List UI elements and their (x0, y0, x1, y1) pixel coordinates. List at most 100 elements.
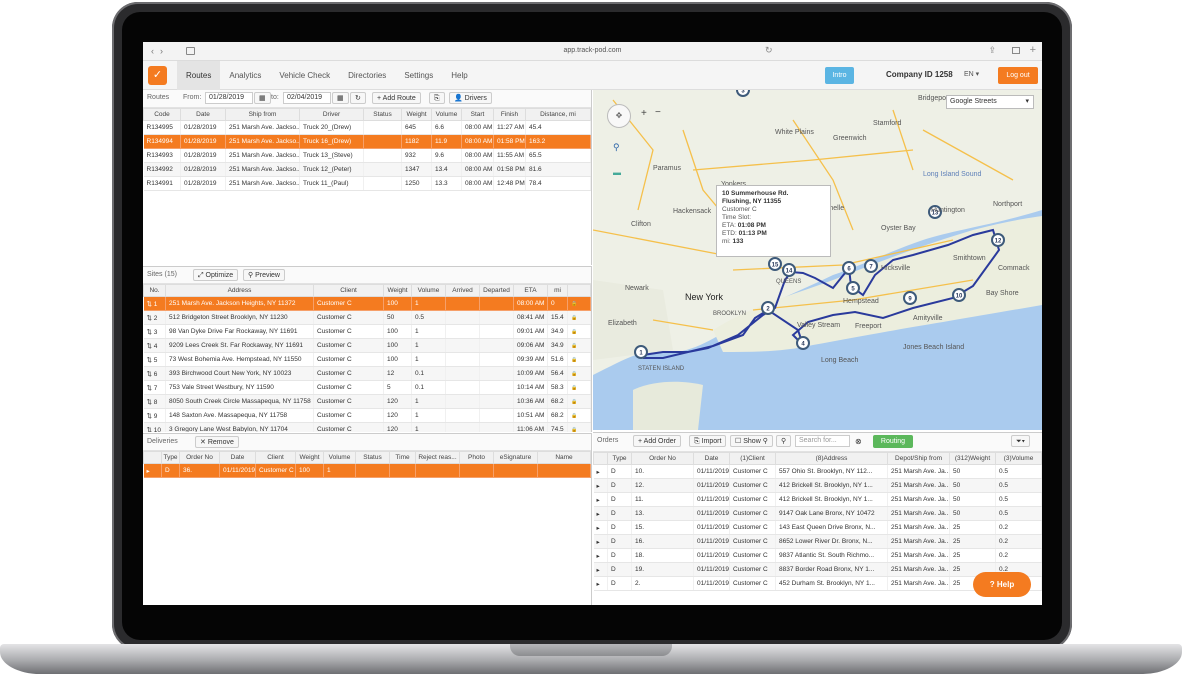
column-header[interactable]: (3)Volume (995, 452, 1042, 465)
search-icon[interactable]: ⚲ (776, 435, 792, 447)
drag-handle-icon[interactable]: ⇅ (147, 385, 154, 392)
column-header[interactable]: ETA (513, 284, 548, 297)
list-item[interactable]: ⇅ 7 753 Vale Street Westbury, NY 11590 Cus… (143, 380, 591, 395)
expand-icon[interactable]: ▸ (593, 492, 608, 507)
menu-settings[interactable]: Settings (395, 61, 442, 90)
lock-icon[interactable]: 🔒 (567, 366, 591, 381)
expand-icon[interactable]: ▸ (593, 520, 608, 535)
drag-handle-icon[interactable]: ⇅ (147, 427, 154, 433)
trackpod-logo-icon[interactable]: ✓ (148, 66, 167, 85)
zoom-in-icon[interactable]: + (641, 108, 647, 119)
column-header[interactable]: Date (219, 451, 256, 464)
table-row[interactable]: ▸ D 12. 01/11/2019 Customer C 412 Brickell St… (593, 478, 1042, 493)
calendar-icon[interactable]: ▦ (332, 92, 349, 104)
map-style-select[interactable]: Google Streets ▾ (946, 95, 1034, 109)
language-select[interactable]: EN ▾ (964, 70, 979, 78)
column-header[interactable]: Start (461, 108, 494, 121)
lock-icon[interactable]: 🔒 (567, 296, 591, 311)
lock-icon[interactable]: 🔒 (567, 380, 591, 395)
column-header[interactable]: Order No (631, 452, 694, 465)
routing-button[interactable]: Routing (873, 435, 913, 448)
list-item[interactable]: ⇅ 6 393 Birchwood Court New York, NY 1002… (143, 366, 591, 381)
expand-icon[interactable]: ▸ (593, 562, 608, 577)
truck-icon[interactable]: ▬ (613, 168, 621, 177)
column-header[interactable]: Name (537, 451, 591, 464)
column-header[interactable]: Order No (179, 451, 220, 464)
table-row[interactable]: R134992 01/28/2019 251 Marsh Ave. Jackso..… (143, 162, 591, 177)
lock-icon[interactable]: 🔒 (567, 324, 591, 339)
drag-handle-icon[interactable]: ⇅ (147, 301, 154, 308)
drag-handle-icon[interactable]: ⇅ (147, 413, 154, 420)
map-pin-icon[interactable]: ⚲ (613, 142, 620, 153)
column-header[interactable]: eSignature (493, 451, 538, 464)
list-item[interactable]: ⇅ 3 98 Van Dyke Drive Far Rockaway, NY 11… (143, 324, 591, 339)
column-header[interactable]: Ship from (225, 108, 300, 121)
filter-icon[interactable]: ⏷▾ (1011, 435, 1031, 447)
menu-directories[interactable]: Directories (339, 61, 395, 90)
map-pan-control[interactable]: ✥ (607, 104, 631, 128)
column-header[interactable]: Status (363, 108, 402, 121)
list-item[interactable]: ⇅ 5 73 West Bohemia Ave. Hempstead, NY 11… (143, 352, 591, 367)
column-header[interactable]: Code (143, 108, 181, 121)
menu-help[interactable]: Help (442, 61, 476, 90)
column-header[interactable]: Arrived (445, 284, 480, 297)
optimize-button[interactable]: ⤢ Optimize (193, 269, 239, 281)
column-header[interactable]: Distance, mi (525, 108, 591, 121)
menu-vehicle-check[interactable]: Vehicle Check (270, 61, 339, 90)
lock-icon[interactable]: 🔒 (567, 338, 591, 353)
drag-handle-icon[interactable]: ⇅ (147, 315, 154, 322)
column-header[interactable]: mi (547, 284, 568, 297)
from-date-input[interactable]: 01/28/2019 (205, 92, 253, 104)
table-row[interactable]: ▸ D 36. 01/11/2019 Customer C 100 1 (143, 463, 591, 478)
expand-icon[interactable]: ▸ (593, 576, 608, 591)
column-header[interactable]: Weight (295, 451, 324, 464)
url-text[interactable]: app.track-pod.com (143, 47, 1042, 54)
lock-icon[interactable]: 🔒 (567, 394, 591, 409)
table-row[interactable]: ▸ D 10. 01/11/2019 Customer C 557 Ohio St. Br… (593, 464, 1042, 479)
remove-button[interactable]: ✕ Remove (195, 436, 239, 448)
intro-button[interactable]: Intro (825, 67, 854, 84)
column-header[interactable]: Client (255, 451, 296, 464)
table-row[interactable]: ▸ D 13. 01/11/2019 Customer C 9147 Oak Lane B… (593, 506, 1042, 521)
to-date-input[interactable]: 02/04/2019 (283, 92, 331, 104)
drag-handle-icon[interactable]: ⇅ (147, 371, 154, 378)
column-header[interactable]: Volume (323, 451, 356, 464)
lock-icon[interactable]: 🔒 (567, 352, 591, 367)
column-header[interactable]: No. (143, 284, 166, 297)
menu-routes[interactable]: Routes (177, 61, 221, 90)
column-header[interactable]: Depot/Ship from (887, 452, 950, 465)
list-item[interactable]: ⇅ 10 3 Gregory Lane West Babylon, NY 1170… (143, 422, 591, 433)
expand-icon[interactable]: ▸ (593, 464, 608, 479)
new-tab-icon[interactable]: + (1030, 44, 1036, 56)
table-row[interactable]: ▸ D 18. 01/11/2019 Customer C 9837 Atlantic S… (593, 548, 1042, 563)
preview-button[interactable]: ⚲ Preview (243, 269, 285, 281)
column-header[interactable]: (1)Client (729, 452, 776, 465)
clear-search-icon[interactable]: ⊗ (855, 437, 862, 446)
column-header[interactable]: Weight (401, 108, 432, 121)
table-row[interactable]: ▸ D 15. 01/11/2019 Customer C 143 East Queen … (593, 520, 1042, 535)
zoom-out-icon[interactable]: − (655, 107, 661, 118)
column-header[interactable]: Reject reas... (415, 451, 460, 464)
drag-handle-icon[interactable]: ⇅ (147, 343, 154, 350)
column-header[interactable]: Time (389, 451, 416, 464)
lock-icon[interactable]: 🔒 (567, 422, 591, 432)
share-icon[interactable]: ⇪ (988, 45, 996, 56)
table-row[interactable]: ▸ D 16. 01/11/2019 Customer C 8652 Lower Rive… (593, 534, 1042, 549)
column-header[interactable]: Type (607, 452, 632, 465)
reload-icon[interactable]: ↻ (765, 45, 773, 56)
search-input[interactable]: Search for... (795, 435, 850, 447)
help-button[interactable]: ? Help (973, 572, 1031, 597)
lock-icon[interactable]: 🔒 (567, 310, 591, 325)
table-row[interactable]: R134993 01/28/2019 251 Marsh Ave. Jackso..… (143, 148, 591, 163)
column-header[interactable]: Date (693, 452, 730, 465)
list-item[interactable]: ⇅ 2 512 Bridgeton Street Brooklyn, NY 112… (143, 310, 591, 325)
logout-button[interactable]: Log out (998, 67, 1038, 84)
table-row[interactable]: ▸ D 19. 01/11/2019 Customer C 8837 Border Roa… (593, 562, 1042, 577)
column-header[interactable]: Date (180, 108, 226, 121)
column-header[interactable]: Volume (411, 284, 446, 297)
tabs-icon[interactable] (1012, 47, 1020, 54)
expand-icon[interactable]: ▸ (593, 534, 608, 549)
add-order-button[interactable]: + Add Order (633, 435, 681, 447)
calendar-icon[interactable]: ▦ (254, 92, 271, 104)
list-item[interactable]: ⇅ 1 251 Marsh Ave. Jackson Heights, NY 11… (143, 296, 591, 311)
